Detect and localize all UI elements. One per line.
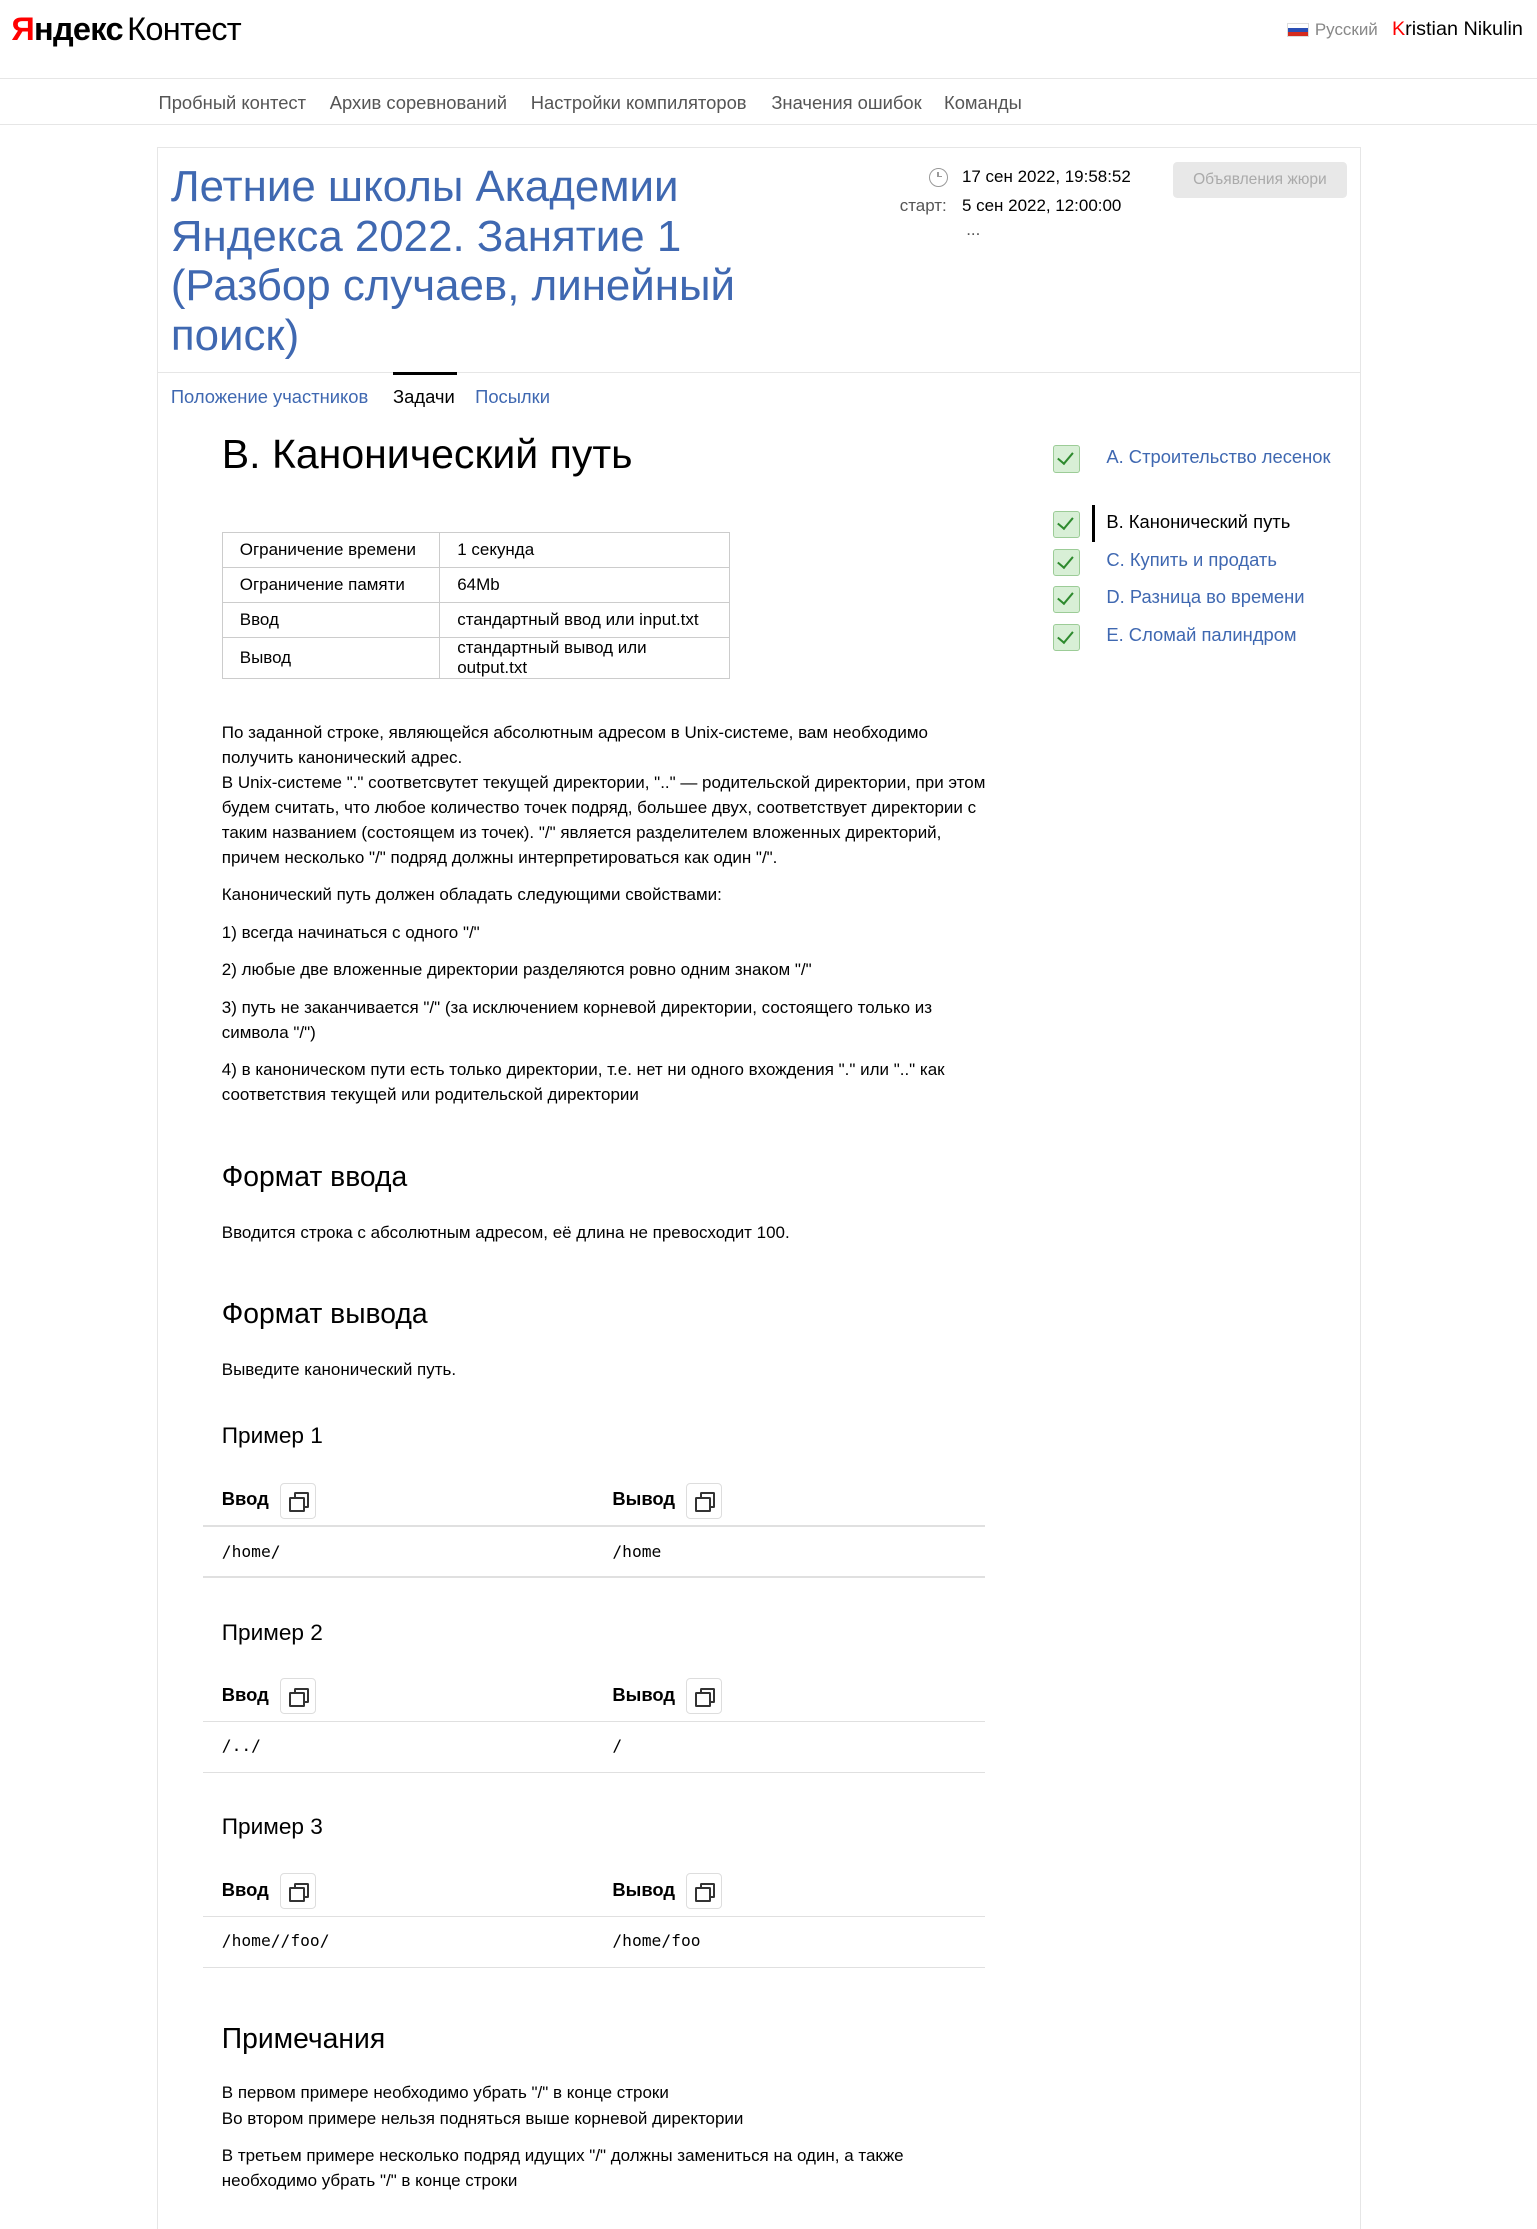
example-1-input[interactable]: /home/ xyxy=(222,1542,281,1561)
problem-link-a[interactable]: A. Строительство лесенок xyxy=(1106,444,1332,471)
tab-submissions[interactable]: Посылки xyxy=(475,386,550,408)
problem-title: B. Канонический путь xyxy=(221,430,633,477)
rule-3: 3) путь не заканчивается "/" (за исключе… xyxy=(221,997,933,1042)
start-label: старт: xyxy=(899,196,947,216)
example-1-output-label: Вывод xyxy=(612,1488,676,1510)
nav-trial-contest[interactable]: Пробный контест xyxy=(159,92,307,114)
copy-output-button[interactable] xyxy=(686,1482,722,1519)
contest-title[interactable]: Летние школы Академии Яндекса 2022. Заня… xyxy=(171,162,780,360)
rule-4: 4) в каноническом пути есть только дирек… xyxy=(221,1060,945,1105)
jury-announcements-button[interactable]: Объявления жюри xyxy=(1172,162,1347,198)
language-switch[interactable]: Русский xyxy=(1315,20,1378,40)
example-1-output[interactable]: /home xyxy=(612,1542,661,1561)
example-2-input[interactable]: /../ xyxy=(222,1736,261,1755)
table-row: Ограничение памяти 64Mb xyxy=(221,566,730,603)
divider xyxy=(203,1966,985,1969)
problem-link-b[interactable]: B. Канонический путь xyxy=(1106,509,1332,536)
tabs-divider xyxy=(158,371,1360,374)
tab-standings[interactable]: Положение участников xyxy=(171,386,368,408)
nav-compiler-settings[interactable]: Настройки компиляторов xyxy=(531,92,747,114)
accepted-check-icon xyxy=(1052,623,1081,652)
accepted-check-icon xyxy=(1052,585,1081,613)
nav-archive[interactable]: Архив соревнований xyxy=(330,92,507,114)
divider xyxy=(203,1576,985,1578)
nav-teams[interactable]: Команды xyxy=(944,92,1022,114)
note-3: В третьем примере несколько подряд идущи… xyxy=(221,2145,904,2190)
current-problem-marker xyxy=(1092,504,1096,542)
active-tab-marker xyxy=(393,371,457,375)
note-1: В первом примере необходимо убрать "/" в… xyxy=(221,2083,669,2103)
main-nav: Пробный контест Архив соревнований Настр… xyxy=(0,79,1537,126)
input-format-heading: Формат ввода xyxy=(221,1160,408,1193)
copy-output-button[interactable] xyxy=(686,1873,722,1910)
example-1-title: Пример 1 xyxy=(221,1422,323,1448)
rule-1: 1) всегда начинаться с одного "/" xyxy=(221,922,480,942)
example-2-output[interactable]: / xyxy=(612,1736,622,1755)
start-time: 5 сен 2022, 12:00:00 xyxy=(961,196,1122,216)
accepted-check-icon xyxy=(1052,445,1081,473)
divider xyxy=(203,1771,985,1773)
divider xyxy=(203,1720,985,1722)
copy-input-button[interactable] xyxy=(279,1678,316,1715)
example-2-input-label: Ввод xyxy=(221,1683,269,1705)
table-row: Ввод стандартный ввод или input.txt xyxy=(221,601,730,638)
example-3-output[interactable]: /home/foo xyxy=(612,1931,700,1950)
logo-product: Контест xyxy=(127,10,242,47)
problem-link-e[interactable]: E. Сломай палиндром xyxy=(1106,622,1332,649)
problem-link-d[interactable]: D. Разница во времени xyxy=(1106,584,1332,611)
logo-brand: Яндекс xyxy=(11,10,123,47)
output-format-heading: Формат вывода xyxy=(221,1297,428,1330)
russian-flag-icon xyxy=(1287,22,1310,38)
output-format-text: Выведите канонический путь. xyxy=(221,1360,457,1380)
limits-table: Ограничение времени 1 секунда Ограничение… xyxy=(221,531,730,679)
user-area: Русский Kristian Nikulin xyxy=(1287,18,1523,41)
notes-heading: Примечания xyxy=(221,2022,386,2055)
example-3-title: Пример 3 xyxy=(221,1813,323,1839)
more-dots[interactable]: ... xyxy=(966,220,980,240)
copy-output-button[interactable] xyxy=(686,1678,722,1715)
note-2: Во втором примере нельзя подняться выше … xyxy=(221,2108,744,2128)
input-format-text: Вводится строка с абсолютным адресом, её… xyxy=(221,1222,790,1242)
tab-problems[interactable]: Задачи xyxy=(393,386,455,408)
nav-error-values[interactable]: Значения ошибок xyxy=(771,92,921,114)
example-3-input[interactable]: /home//foo/ xyxy=(222,1931,330,1950)
example-3-input-label: Ввод xyxy=(221,1879,269,1901)
accepted-check-icon xyxy=(1052,548,1081,577)
rule-2: 2) любые две вложенные директории раздел… xyxy=(221,959,812,979)
example-2-title: Пример 2 xyxy=(221,1619,323,1645)
example-1-input-label: Ввод xyxy=(221,1488,269,1510)
statement-paragraph-3: Канонический путь должен обладать следую… xyxy=(221,884,722,904)
contest-panel: Летние школы Академии Яндекса 2022. Заня… xyxy=(157,147,1361,2229)
problem-link-c[interactable]: C. Купить и продать xyxy=(1106,547,1332,574)
statement-paragraph-1: По заданной строке, являющейся абсолютны… xyxy=(221,723,928,768)
accepted-check-icon xyxy=(1052,510,1081,538)
copy-input-button[interactable] xyxy=(279,1873,316,1910)
table-row: Ограничение времени 1 секунда xyxy=(221,531,730,568)
statement-paragraph-2: В Unix-системе "." соответсвутет текущей… xyxy=(221,772,986,867)
yandex-contest-logo[interactable]: Яндекс Контест xyxy=(11,10,242,47)
divider xyxy=(203,1915,985,1918)
current-time: 17 сен 2022, 19:58:52 xyxy=(961,166,1131,186)
copy-input-button[interactable] xyxy=(279,1482,316,1519)
top-header: Яндекс Контест Русский Kristian Nikulin xyxy=(0,0,1537,79)
example-2-output-label: Вывод xyxy=(612,1683,676,1705)
clock-icon xyxy=(929,168,949,187)
table-row: Вывод стандартный вывод или output.txt xyxy=(221,636,730,679)
example-3-output-label: Вывод xyxy=(612,1879,676,1901)
user-name-link[interactable]: Kristian Nikulin xyxy=(1392,18,1523,41)
divider xyxy=(203,1525,985,1527)
